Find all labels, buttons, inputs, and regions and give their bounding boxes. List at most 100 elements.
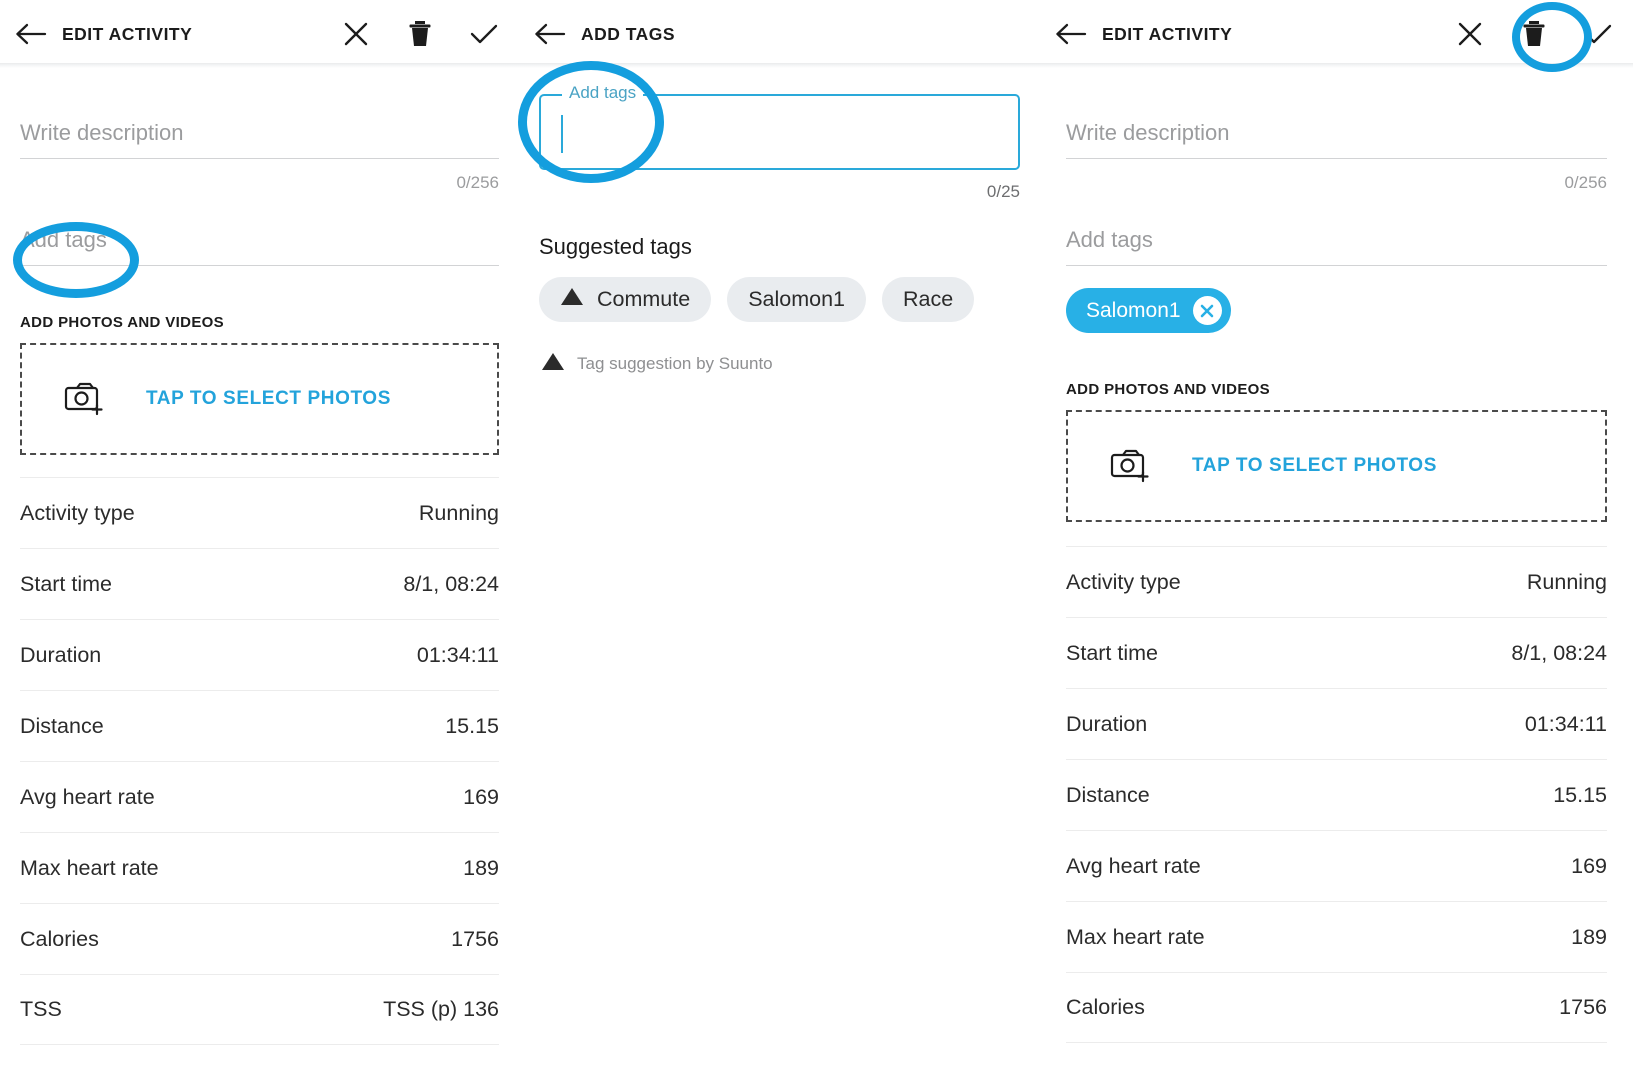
- back-button[interactable]: [519, 22, 581, 46]
- tag-suggestion-note: Tag suggestion by Suunto: [541, 352, 1040, 376]
- suggested-tag-chip[interactable]: Commute: [539, 277, 711, 322]
- row-value: 189: [1571, 925, 1607, 950]
- close-button[interactable]: [341, 19, 371, 49]
- table-row[interactable]: Start time 8/1, 08:24: [1066, 617, 1607, 688]
- row-label: Duration: [20, 643, 101, 668]
- row-label: Calories: [20, 927, 99, 952]
- row-value: Running: [1527, 570, 1607, 595]
- description-counter: 0/256: [1066, 173, 1607, 193]
- close-icon: [343, 21, 369, 47]
- row-value: 169: [1571, 854, 1607, 879]
- arrow-left-icon: [14, 22, 48, 46]
- close-circle-icon: [1198, 302, 1216, 320]
- table-row[interactable]: Distance 15.15: [1066, 759, 1607, 830]
- description-counter: 0/256: [20, 173, 499, 193]
- row-value: 8/1, 08:24: [1511, 641, 1607, 666]
- photo-select-dropzone[interactable]: TAP TO SELECT PHOTOS: [1066, 410, 1607, 522]
- text-cursor: [561, 115, 563, 153]
- table-row[interactable]: Activity type Running: [20, 477, 499, 548]
- row-value: 01:34:11: [417, 643, 499, 668]
- add-tags-placeholder: Add tags: [1066, 227, 1607, 253]
- tap-to-select-photos-label: TAP TO SELECT PHOTOS: [1192, 455, 1437, 477]
- close-icon: [1457, 21, 1483, 47]
- photo-select-dropzone[interactable]: TAP TO SELECT PHOTOS: [20, 343, 499, 455]
- suggested-tag-label: Salomon1: [748, 287, 845, 312]
- row-value: 15.15: [445, 714, 499, 739]
- appbar-panel2: ADD TAGS: [519, 0, 1040, 68]
- table-row[interactable]: Max heart rate 189: [1066, 901, 1607, 972]
- table-row[interactable]: Avg heart rate 169: [20, 761, 499, 832]
- row-value: Running: [419, 501, 499, 526]
- description-input[interactable]: Write description: [20, 120, 499, 159]
- row-label: Activity type: [1066, 570, 1181, 595]
- table-row[interactable]: Start time 8/1, 08:24: [20, 548, 499, 619]
- row-label: Distance: [20, 714, 104, 739]
- add-tags-input[interactable]: Add tags: [20, 227, 499, 266]
- add-tags-floating-label: Add tags: [562, 84, 643, 101]
- row-value: 1756: [451, 927, 499, 952]
- check-icon: [1583, 22, 1613, 46]
- add-tags-input[interactable]: Add tags: [1066, 227, 1607, 266]
- row-label: Max heart rate: [1066, 925, 1205, 950]
- trash-icon: [408, 20, 432, 48]
- description-input[interactable]: Write description: [1066, 120, 1607, 159]
- appbar-panel3: EDIT ACTIVITY: [1040, 0, 1633, 68]
- suggested-tag-chip[interactable]: Salomon1: [727, 277, 866, 322]
- selected-tag-chip[interactable]: Salomon1: [1066, 288, 1231, 333]
- table-row[interactable]: Max heart rate 189: [20, 832, 499, 903]
- row-label: TSS: [20, 997, 62, 1022]
- delete-button[interactable]: [405, 19, 435, 49]
- table-row[interactable]: Activity type Running: [1066, 546, 1607, 617]
- panel-edit-activity-with-tag: EDIT ACTIVITY: [1040, 0, 1633, 1083]
- arrow-left-icon: [1054, 22, 1088, 46]
- row-value: 169: [463, 785, 499, 810]
- row-label: Distance: [1066, 783, 1150, 808]
- tap-to-select-photos-label: TAP TO SELECT PHOTOS: [146, 388, 391, 410]
- row-value: 01:34:11: [1525, 712, 1607, 737]
- tag-suggestion-note-label: Tag suggestion by Suunto: [577, 354, 773, 374]
- table-row[interactable]: Avg heart rate 169: [1066, 830, 1607, 901]
- delete-button[interactable]: [1519, 19, 1549, 49]
- panel-edit-activity-initial: EDIT ACTIVITY: [0, 0, 519, 1083]
- table-row[interactable]: Calories 1756: [1066, 972, 1607, 1043]
- suggested-tags-list: Commute Salomon1 Race: [539, 277, 1040, 322]
- appbar-actions: [341, 19, 519, 49]
- row-label: Duration: [1066, 712, 1147, 737]
- camera-add-icon: [1068, 449, 1192, 483]
- appbar-actions: [1455, 19, 1633, 49]
- suggested-tag-label: Commute: [597, 287, 690, 312]
- add-tags-outlined-field[interactable]: Add tags: [539, 94, 1020, 170]
- suggested-tag-chip[interactable]: Race: [882, 277, 974, 322]
- row-label: Start time: [1066, 641, 1158, 666]
- table-row[interactable]: TSS TSS (p) 136: [20, 974, 499, 1045]
- table-row[interactable]: Duration 01:34:11: [1066, 688, 1607, 759]
- page-title: EDIT ACTIVITY: [62, 24, 192, 45]
- photos-section-label: ADD PHOTOS AND VIDEOS: [1066, 381, 1607, 398]
- camera-add-icon: [22, 382, 146, 416]
- activity-details-list: Activity type Running Start time 8/1, 08…: [1066, 546, 1607, 1043]
- confirm-button[interactable]: [1583, 19, 1613, 49]
- description-placeholder: Write description: [20, 120, 499, 146]
- table-row[interactable]: Duration 01:34:11: [20, 619, 499, 690]
- triangle-icon: [541, 352, 565, 376]
- page-title: EDIT ACTIVITY: [1102, 24, 1232, 45]
- table-row[interactable]: Distance 15.15: [20, 690, 499, 761]
- selected-tags-list: Salomon1: [1066, 288, 1607, 333]
- row-label: Max heart rate: [20, 856, 159, 881]
- row-label: Activity type: [20, 501, 135, 526]
- check-icon: [469, 22, 499, 46]
- add-tags-input-box[interactable]: Add tags: [539, 94, 1020, 170]
- close-button[interactable]: [1455, 19, 1485, 49]
- row-label: Calories: [1066, 995, 1145, 1020]
- suggested-tag-label: Race: [903, 287, 953, 312]
- selected-tag-label: Salomon1: [1086, 299, 1181, 323]
- back-button[interactable]: [0, 22, 62, 46]
- table-row[interactable]: Calories 1756: [20, 903, 499, 974]
- row-value: 1756: [1559, 995, 1607, 1020]
- confirm-button[interactable]: [469, 19, 499, 49]
- remove-tag-button[interactable]: [1193, 296, 1222, 325]
- arrow-left-icon: [533, 22, 567, 46]
- row-value: 8/1, 08:24: [403, 572, 499, 597]
- activity-details-list: Activity type Running Start time 8/1, 08…: [20, 477, 499, 1045]
- back-button[interactable]: [1040, 22, 1102, 46]
